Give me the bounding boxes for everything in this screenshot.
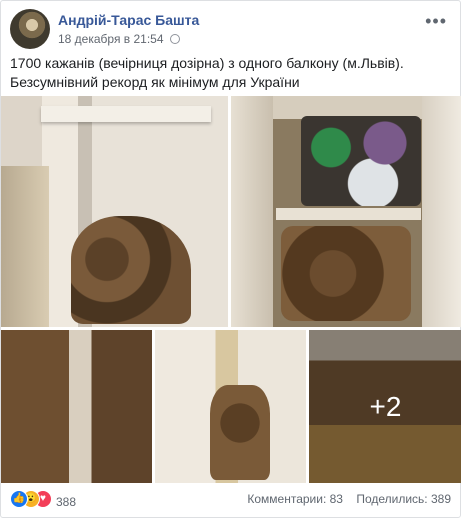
photo-bats-shape xyxy=(281,226,411,321)
globe-icon xyxy=(169,34,180,44)
photo-bats-shape xyxy=(71,216,191,324)
more-photos-count: +2 xyxy=(369,390,402,422)
photo-shelf-shape xyxy=(41,106,211,122)
shares-count[interactable]: Поделились: 389 xyxy=(356,492,451,506)
photo-1[interactable] xyxy=(1,96,228,327)
more-options-icon[interactable]: ••• xyxy=(425,11,447,32)
photo-4[interactable] xyxy=(155,330,306,483)
post-timestamp[interactable]: 18 декабря в 21:54 xyxy=(58,32,164,46)
photo-5-more[interactable]: +2 xyxy=(309,330,461,483)
photo-door-shape xyxy=(422,96,461,327)
comments-count[interactable]: Комментарии: 83 xyxy=(247,492,343,506)
post-card: Андрій-Тарас Башта 18 декабря в 21:54 ••… xyxy=(0,0,461,518)
photo-wall-shape xyxy=(1,166,49,327)
like-icon: 👍 xyxy=(10,490,28,508)
photo-3[interactable] xyxy=(1,330,152,483)
author-avatar[interactable] xyxy=(10,9,50,49)
post-header: Андрій-Тарас Башта 18 декабря в 21:54 ••… xyxy=(10,9,451,49)
post-footer: 👍 😮 ♥ 388 Комментарии: 83 Поделились: 38… xyxy=(10,487,451,511)
author-name[interactable]: Андрій-Тарас Башта xyxy=(58,12,199,28)
photo-grid: +2 xyxy=(1,96,461,483)
photo-board-shape xyxy=(276,208,421,220)
photo-bats-shape xyxy=(210,385,270,480)
reactions-count: 388 xyxy=(56,495,77,509)
post-meta: 18 декабря в 21:54 xyxy=(58,32,180,46)
photo-door-shape xyxy=(231,96,273,327)
photo-bags-shape xyxy=(301,116,421,206)
post-text: 1700 кажанів (вечірниця дозірна) з одног… xyxy=(10,55,404,90)
photo-2[interactable] xyxy=(231,96,461,327)
engagement-stats: Комментарии: 83 Поделились: 389 xyxy=(237,492,451,506)
